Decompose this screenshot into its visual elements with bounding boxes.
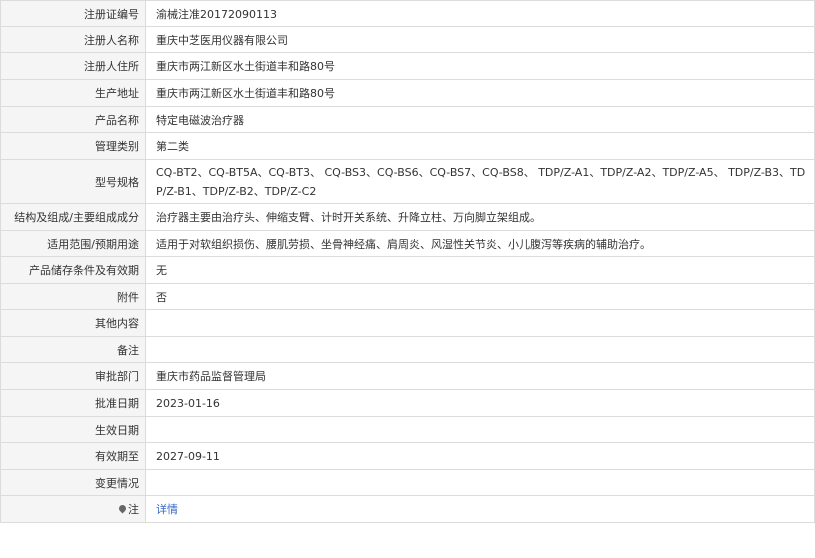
field-value: 特定电磁波治疗器 — [145, 106, 815, 133]
row-model-spec: 型号规格 CQ-BT2、CQ-BT5A、CQ-BT3、 CQ-BS3、CQ-BS… — [0, 159, 815, 204]
row-effective-date: 生效日期 — [0, 416, 815, 443]
field-value: 第二类 — [145, 132, 815, 160]
row-note: 注 详情 — [0, 495, 815, 523]
row-production-address: 生产地址 重庆市两江新区水土街道丰和路80号 — [0, 79, 815, 107]
field-label: 产品储存条件及有效期 — [0, 256, 146, 284]
field-label: 型号规格 — [0, 159, 146, 204]
field-label: 审批部门 — [0, 362, 146, 390]
details-link[interactable]: 详情 — [156, 503, 178, 516]
field-value: 2023-01-16 — [145, 389, 815, 417]
field-label: 变更情况 — [0, 469, 146, 496]
row-approval-department: 审批部门 重庆市药品监督管理局 — [0, 362, 815, 390]
field-label: 生产地址 — [0, 79, 146, 107]
registration-detail-table: 注册证编号 渝械注准20172090113 注册人名称 重庆中芝医用仪器有限公司… — [0, 0, 815, 523]
note-value-cell: 详情 — [145, 495, 815, 523]
row-structure-composition: 结构及组成/主要组成成分 治疗器主要由治疗头、伸缩支臂、计时开关系统、升降立柱、… — [0, 203, 815, 231]
field-label: 批准日期 — [0, 389, 146, 417]
field-label: 产品名称 — [0, 106, 146, 133]
row-registration-number: 注册证编号 渝械注准20172090113 — [0, 0, 815, 27]
field-label: 备注 — [0, 336, 146, 363]
field-label: 管理类别 — [0, 132, 146, 160]
field-value — [145, 469, 815, 496]
field-value: CQ-BT2、CQ-BT5A、CQ-BT3、 CQ-BS3、CQ-BS6、CQ-… — [145, 159, 815, 204]
field-label: 生效日期 — [0, 416, 146, 443]
row-registrant-name: 注册人名称 重庆中芝医用仪器有限公司 — [0, 26, 815, 53]
field-value — [145, 416, 815, 443]
row-approval-date: 批准日期 2023-01-16 — [0, 389, 815, 417]
map-pin-icon — [119, 505, 126, 514]
row-product-name: 产品名称 特定电磁波治疗器 — [0, 106, 815, 133]
field-value: 适用于对软组织损伤、腰肌劳损、坐骨神经痛、肩周炎、风湿性关节炎、小儿腹泻等疾病的… — [145, 230, 815, 257]
field-label: 适用范围/预期用途 — [0, 230, 146, 257]
field-value: 无 — [145, 256, 815, 284]
row-other-content: 其他内容 — [0, 309, 815, 337]
row-intended-use: 适用范围/预期用途 适用于对软组织损伤、腰肌劳损、坐骨神经痛、肩周炎、风湿性关节… — [0, 230, 815, 257]
field-value: 治疗器主要由治疗头、伸缩支臂、计时开关系统、升降立柱、万向脚立架组成。 — [145, 203, 815, 231]
field-label: 结构及组成/主要组成成分 — [0, 203, 146, 231]
field-label: 有效期至 — [0, 442, 146, 470]
field-label: 注册人名称 — [0, 26, 146, 53]
field-value: 渝械注准20172090113 — [145, 0, 815, 27]
field-value — [145, 309, 815, 337]
field-label: 其他内容 — [0, 309, 146, 337]
field-label: 附件 — [0, 283, 146, 310]
row-management-class: 管理类别 第二类 — [0, 132, 815, 160]
field-label: 注册证编号 — [0, 0, 146, 27]
row-remarks: 备注 — [0, 336, 815, 363]
note-label-cell: 注 — [0, 495, 146, 523]
row-valid-until: 有效期至 2027-09-11 — [0, 442, 815, 470]
note-label: 注 — [128, 503, 139, 516]
field-value: 重庆市药品监督管理局 — [145, 362, 815, 390]
row-change-status: 变更情况 — [0, 469, 815, 496]
field-label: 注册人住所 — [0, 52, 146, 80]
field-value: 否 — [145, 283, 815, 310]
row-attachment: 附件 否 — [0, 283, 815, 310]
field-value — [145, 336, 815, 363]
field-value: 2027-09-11 — [145, 442, 815, 470]
field-value: 重庆市两江新区水土街道丰和路80号 — [145, 79, 815, 107]
field-value: 重庆市两江新区水土街道丰和路80号 — [145, 52, 815, 80]
row-registrant-address: 注册人住所 重庆市两江新区水土街道丰和路80号 — [0, 52, 815, 80]
field-value: 重庆中芝医用仪器有限公司 — [145, 26, 815, 53]
row-storage-validity: 产品储存条件及有效期 无 — [0, 256, 815, 284]
